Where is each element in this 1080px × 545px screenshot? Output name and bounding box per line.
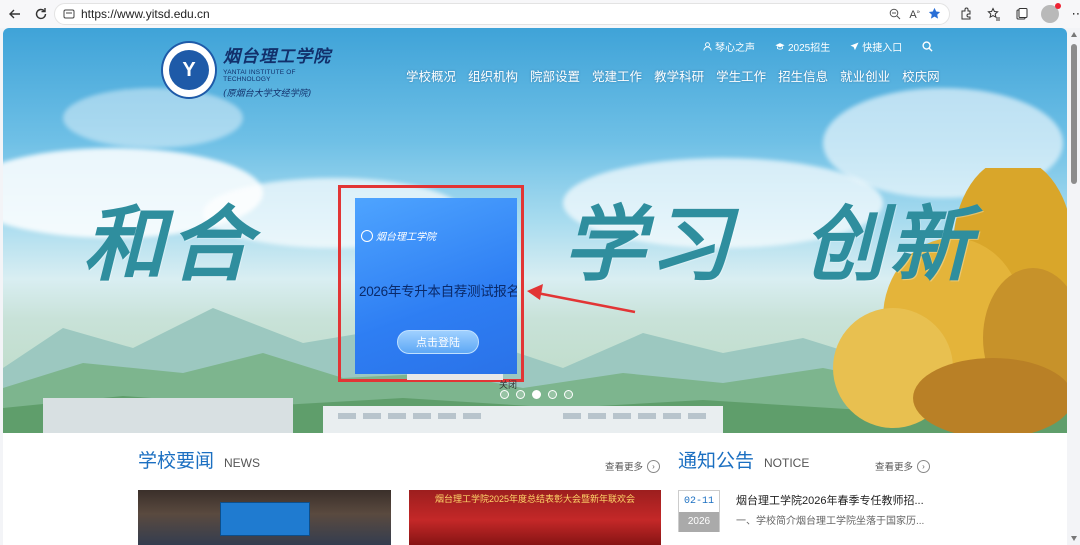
- popup-title: 2026年专升本自荐测试报名入口: [359, 284, 517, 299]
- notice-item-title[interactable]: 烟台理工学院2026年春季专任教师招...: [736, 492, 924, 508]
- nav-item-students[interactable]: 学生工作: [710, 66, 772, 85]
- registration-popup[interactable]: 烟台理工学院 2026年专升本自荐测试报名入口 点击登陆: [355, 198, 517, 374]
- url-text: https://www.yitsd.edu.cn: [81, 7, 210, 21]
- carousel-dots: [500, 390, 573, 399]
- chevron-right-icon: ›: [917, 459, 931, 473]
- news-thumbnail[interactable]: 烟台理工学院2025年度总结表彰大会暨新年联欢会: [409, 490, 661, 545]
- graduation-cap-icon: [775, 43, 785, 50]
- nav-item-organization[interactable]: 组织机构: [462, 66, 524, 85]
- popup-close-bar[interactable]: [407, 374, 503, 380]
- send-icon: [850, 42, 859, 51]
- popup-logo: 烟台理工学院: [361, 228, 436, 243]
- user-icon: [703, 42, 712, 51]
- extensions-icon[interactable]: [955, 3, 977, 25]
- login-button[interactable]: 点击登陆: [397, 330, 479, 354]
- favorites-icon[interactable]: [983, 3, 1005, 25]
- nav-item-party[interactable]: 党建工作: [586, 66, 648, 85]
- thumbnail-banner-text: 烟台理工学院2025年度总结表彰大会暨新年联欢会: [434, 494, 636, 504]
- carousel-dot[interactable]: [564, 390, 573, 399]
- read-aloud-icon[interactable]: A»: [909, 9, 920, 21]
- news-title-en: NEWS: [224, 456, 261, 470]
- browser-window: https://www.yitsd.edu.cn A» ⋯ Y 烟台理工学院 Y…: [0, 0, 1080, 545]
- carousel-dot[interactable]: [548, 390, 557, 399]
- popup-close-button[interactable]: 关闭: [499, 378, 517, 391]
- news-thumbnail[interactable]: [138, 490, 391, 545]
- utility-link-quick-access[interactable]: 快捷入口: [850, 39, 902, 54]
- scroll-down-icon[interactable]: [1071, 536, 1077, 541]
- notice-title: 通知公告: [678, 451, 755, 472]
- profile-icon[interactable]: [1039, 3, 1061, 25]
- school-emblem-icon: [361, 229, 373, 242]
- chevron-right-icon: ›: [647, 459, 661, 473]
- refresh-icon[interactable]: [28, 1, 54, 27]
- hero-banner: Y 烟台理工学院 YANTAI INSTITUTE OF TECHNOLOGY …: [3, 28, 1067, 433]
- more-icon[interactable]: ⋯: [1067, 3, 1080, 25]
- carousel-dot[interactable]: [516, 390, 525, 399]
- school-logo[interactable]: Y 烟台理工学院 YANTAI INSTITUTE OF TECHNOLOGY …: [161, 40, 341, 100]
- favorite-star-icon[interactable]: [928, 7, 941, 23]
- nav-item-employment[interactable]: 就业创业: [834, 66, 896, 85]
- news-more-link[interactable]: 查看更多 ›: [605, 459, 661, 473]
- site-info-icon[interactable]: [63, 8, 75, 20]
- carousel-dot[interactable]: [500, 390, 509, 399]
- page-viewport: Y 烟台理工学院 YANTAI INSTITUTE OF TECHNOLOGY …: [3, 28, 1067, 545]
- logo-english-name: YANTAI INSTITUTE OF TECHNOLOGY: [223, 68, 296, 83]
- carousel-dot-active[interactable]: [532, 390, 541, 399]
- utility-nav: 琴心之声 2025招生 快捷入口: [703, 39, 933, 54]
- address-bar[interactable]: https://www.yitsd.edu.cn A»: [54, 3, 950, 25]
- page-scrollbar[interactable]: [1068, 28, 1080, 545]
- slogan-word-1: 和合: [83, 197, 255, 293]
- slogan-word-4: 创新: [803, 197, 975, 293]
- collections-icon[interactable]: [1011, 3, 1033, 25]
- scroll-up-icon[interactable]: [1071, 32, 1077, 37]
- annotation-arrow-icon: [527, 284, 636, 314]
- nav-item-about[interactable]: 学校概况: [400, 66, 462, 85]
- main-nav: 学校概况 组织机构 院部设置 党建工作 教学科研 学生工作 招生信息 就业创业 …: [400, 66, 946, 85]
- utility-link-admission[interactable]: 2025招生: [775, 39, 830, 54]
- notice-more-link[interactable]: 查看更多 ›: [875, 459, 931, 473]
- zoom-icon[interactable]: [889, 8, 901, 23]
- nav-item-departments[interactable]: 院部设置: [524, 66, 586, 85]
- meeting-screen-image: [220, 502, 310, 536]
- news-section-header: 学校要闻 NEWS: [138, 446, 260, 473]
- notice-section-header: 通知公告 NOTICE: [678, 446, 809, 473]
- nav-item-anniversary[interactable]: 校庆网: [896, 66, 946, 85]
- nav-item-teaching[interactable]: 教学科研: [648, 66, 710, 85]
- search-icon[interactable]: [922, 41, 933, 52]
- news-title: 学校要闻: [138, 451, 215, 472]
- utility-link-qinxin[interactable]: 琴心之声: [703, 39, 755, 54]
- scrollbar-thumb[interactable]: [1071, 44, 1077, 184]
- logo-chinese-name: 烟台理工学院: [223, 46, 332, 67]
- back-icon[interactable]: [2, 1, 28, 27]
- notice-date-badge: 02-11 2026: [678, 490, 720, 532]
- logo-subtitle: (原烟台大学文经学院): [223, 88, 312, 99]
- nav-item-admission[interactable]: 招生信息: [772, 66, 834, 85]
- browser-toolbar: https://www.yitsd.edu.cn A» ⋯: [0, 0, 1080, 28]
- notice-item-summary: 一、学校简介烟台理工学院坐落于国家历...: [736, 516, 925, 527]
- school-emblem-icon: Y: [161, 41, 218, 99]
- notice-title-en: NOTICE: [764, 456, 810, 470]
